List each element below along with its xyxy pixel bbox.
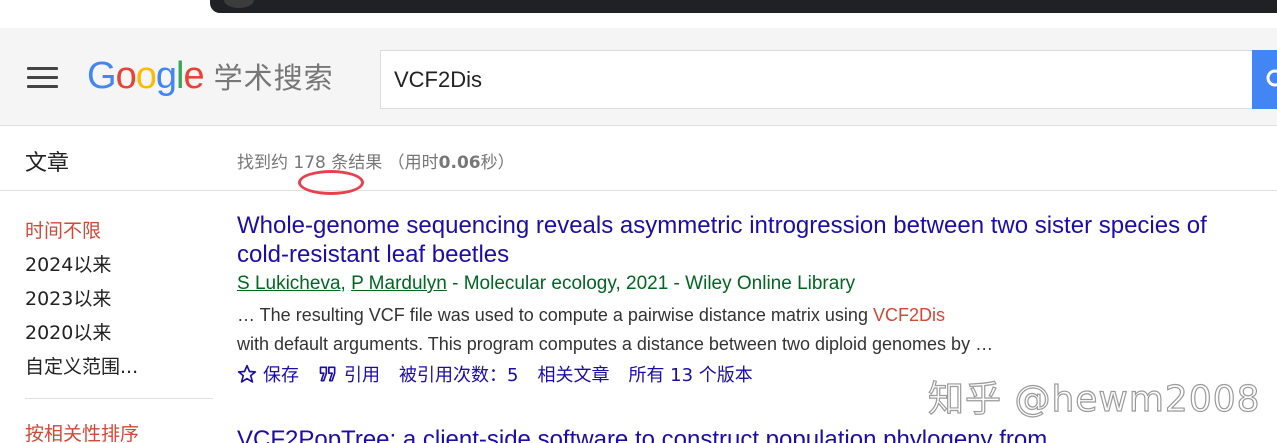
browser-control-icon <box>224 0 254 8</box>
snippet-text-before: … The resulting VCF file was used to com… <box>237 305 873 325</box>
quote-icon <box>319 366 336 382</box>
result-source: - Molecular ecology, 2021 - Wiley Online… <box>446 273 856 294</box>
hamburger-menu-icon[interactable] <box>27 67 58 89</box>
section-title: 文章 <box>25 151 70 176</box>
search-button[interactable] <box>1252 50 1277 109</box>
scholar-header: G o o g l e 学术搜索 <box>0 28 1277 126</box>
all-versions-link[interactable]: 所有 13 个版本 <box>628 361 752 387</box>
watermark: 知乎 @hewm2008 <box>927 378 1261 420</box>
search-input[interactable] <box>381 51 1254 108</box>
logo-letter-g2: g <box>155 55 177 97</box>
next-result-title-link[interactable]: VCF2PopTree: a client-side software to c… <box>237 426 1047 443</box>
author-link-lukicheva[interactable]: S Lukicheva <box>237 273 341 294</box>
save-label: 保存 <box>263 365 299 386</box>
result-snippet: … The resulting VCF file was used to com… <box>237 301 1237 359</box>
search-box <box>380 50 1254 109</box>
logo-letter-l: l <box>175 55 185 97</box>
result-stats: 找到约 178 条结果 （用时0.06秒） <box>237 148 515 173</box>
search-icon <box>1266 69 1277 87</box>
result-meta: S Lukicheva, P Mardulyn - Molecular ecol… <box>237 273 856 294</box>
result-title-link[interactable]: Whole-genome sequencing reveals asymmetr… <box>237 211 1237 269</box>
sidebar-item-since-2024[interactable]: 2024以来 <box>25 250 111 277</box>
cite-label: 引用 <box>344 365 380 386</box>
browser-strip <box>0 0 1277 28</box>
results-subbar: 文章 找到约 178 条结果 （用时0.06秒） <box>0 127 1277 191</box>
result-stats-suffix: 秒） <box>480 153 515 173</box>
logo-suffix: 学术搜索 <box>213 61 334 95</box>
sidebar: 时间不限 2024以来 2023以来 2020以来 自定义范围... 按相关性排… <box>0 192 215 443</box>
star-icon <box>237 364 257 383</box>
logo-letter-o2: o <box>135 55 157 97</box>
cite-button[interactable]: 引用 <box>318 361 380 387</box>
snippet-text-after: with default arguments. This program com… <box>237 334 994 354</box>
sidebar-item-sort-relevance[interactable]: 按相关性排序 <box>25 419 139 443</box>
google-scholar-logo[interactable]: G o o g l e 学术搜索 <box>87 55 334 99</box>
save-button[interactable]: 保存 <box>237 361 299 387</box>
logo-letter-e: e <box>183 55 204 97</box>
search-result: Whole-genome sequencing reveals asymmetr… <box>237 211 1237 387</box>
sidebar-item-any-time[interactable]: 时间不限 <box>25 216 101 243</box>
cited-by-link[interactable]: 被引用次数：5 <box>399 361 518 387</box>
logo-letter-o1: o <box>115 55 137 97</box>
sidebar-item-since-2020[interactable]: 2020以来 <box>25 318 111 345</box>
sidebar-divider <box>25 398 213 399</box>
sidebar-item-custom-range[interactable]: 自定义范围... <box>25 352 138 379</box>
browser-address-bar <box>210 0 1277 13</box>
logo-letter-g: G <box>87 55 117 97</box>
author-link-mardulyn[interactable]: P Mardulyn <box>351 273 447 294</box>
snippet-highlight: VCF2Dis <box>872 305 945 325</box>
sidebar-item-since-2023[interactable]: 2023以来 <box>25 284 111 311</box>
red-annotation-ellipse <box>298 170 364 195</box>
related-articles-link[interactable]: 相关文章 <box>537 361 609 387</box>
result-stats-time: 0.06 <box>438 153 481 173</box>
